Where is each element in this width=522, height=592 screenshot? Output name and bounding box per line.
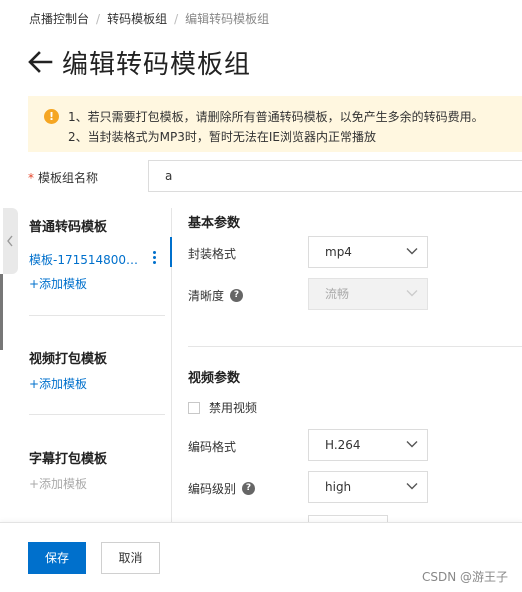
breadcrumb-current: 编辑转码模板组 xyxy=(185,12,270,26)
active-template-indicator xyxy=(170,237,172,267)
template-group-name-input[interactable] xyxy=(148,160,522,192)
codec-label: 编码格式 xyxy=(188,438,236,455)
chevron-down-icon xyxy=(406,290,418,297)
breadcrumb-vod-console[interactable]: 点播控制台 xyxy=(29,12,89,26)
normal-template-item[interactable]: 模板-17151480039... xyxy=(29,251,143,268)
question-icon[interactable]: ? xyxy=(242,482,256,495)
divider xyxy=(29,414,165,415)
cancel-button[interactable]: 取消 xyxy=(101,542,160,574)
codec-label-text: 编码格式 xyxy=(188,440,237,454)
video-pack-template-title: 视频打包模板 xyxy=(29,352,108,367)
basic-params-title: 基本参数 xyxy=(188,216,241,231)
warning-icon: ! xyxy=(44,109,59,124)
save-button[interactable]: 保存 xyxy=(28,542,86,574)
collapse-panel-tab[interactable] xyxy=(3,208,18,274)
divider xyxy=(188,346,522,347)
footer-bar: 保存 取消 CSDN @游王子 xyxy=(0,522,522,592)
watermark: CSDN @游王子 xyxy=(421,570,508,584)
profile-value: high xyxy=(325,480,352,494)
disable-video-checkbox-row[interactable]: 禁用视频 xyxy=(188,399,257,416)
container-format-value: mp4 xyxy=(325,245,352,259)
chevron-left-icon xyxy=(7,235,13,247)
codec-value: H.264 xyxy=(325,438,361,452)
question-icon[interactable]: ? xyxy=(230,289,244,302)
warning-notice: ! 1、若只需要打包模板，请删除所有普通转码模板，以免产生多余的转码费用。 2、… xyxy=(28,96,522,152)
codec-select[interactable]: H.264 xyxy=(308,429,428,461)
add-video-pack-template-link[interactable]: +添加模板 xyxy=(29,375,87,392)
left-edge-strip xyxy=(0,274,3,350)
chevron-down-icon xyxy=(406,248,418,255)
chevron-down-icon xyxy=(406,441,418,448)
profile-label: 编码级别? xyxy=(188,480,256,497)
page-title: 编辑转码模板组 xyxy=(62,49,252,80)
profile-select[interactable]: high xyxy=(308,471,428,503)
disable-video-label: 禁用视频 xyxy=(209,401,258,415)
notice-line-2: 2、当封装格式为MP3时，暂时无法在IE浏览器内正常播放 xyxy=(68,130,376,144)
breadcrumb-template-groups[interactable]: 转码模板组 xyxy=(107,12,167,26)
chevron-down-icon xyxy=(406,483,418,490)
normal-template-title: 普通转码模板 xyxy=(29,220,108,235)
clarity-value: 流畅 xyxy=(325,287,350,301)
container-format-select[interactable]: mp4 xyxy=(308,236,428,268)
clarity-label: 清晰度? xyxy=(188,287,244,304)
breadcrumb-separator: / xyxy=(96,12,101,26)
add-normal-template-link[interactable]: +添加模板 xyxy=(29,275,87,292)
more-options-icon[interactable] xyxy=(150,249,158,267)
template-group-name-label: * 模板组名称 xyxy=(28,169,98,186)
notice-line-1: 1、若只需要打包模板，请删除所有普通转码模板，以免产生多余的转码费用。 xyxy=(68,110,484,124)
required-mark: * xyxy=(28,171,34,185)
page-header: 编辑转码模板组 xyxy=(27,44,251,80)
breadcrumb-separator: / xyxy=(174,12,179,26)
subtitle-pack-template-title: 字幕打包模板 xyxy=(29,452,108,467)
clarity-label-text: 清晰度 xyxy=(188,289,225,303)
profile-label-text: 编码级别 xyxy=(188,482,237,496)
breadcrumb: 点播控制台 / 转码模板组 / 编辑转码模板组 xyxy=(29,10,269,27)
template-group-name-label-text: 模板组名称 xyxy=(38,171,99,185)
disable-video-checkbox[interactable] xyxy=(188,401,200,414)
add-subtitle-pack-template-link: +添加模板 xyxy=(29,477,88,491)
container-format-label: 封装格式 xyxy=(188,245,236,262)
back-arrow-icon[interactable] xyxy=(27,49,53,75)
video-params-title: 视频参数 xyxy=(188,371,241,386)
divider xyxy=(29,315,165,316)
container-format-label-text: 封装格式 xyxy=(188,247,237,261)
clarity-select: 流畅 xyxy=(308,278,428,310)
